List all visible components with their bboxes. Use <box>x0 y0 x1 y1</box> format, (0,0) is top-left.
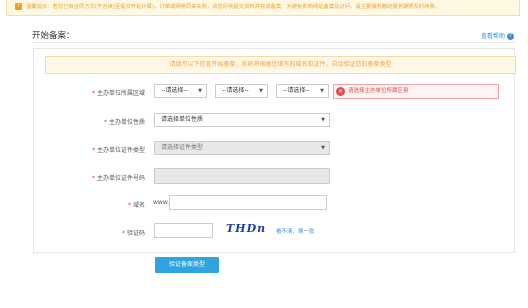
captcha-label-text: 验证码 <box>126 230 145 237</box>
error-icon: × <box>336 87 345 96</box>
help-link-text[interactable]: 查看帮助 <box>481 33 505 40</box>
www-prefix: www. <box>153 199 170 206</box>
district-select-value: --请选择-- <box>283 87 310 94</box>
chevron-down-icon: ▼ <box>321 145 325 151</box>
chevron-down-icon: ▼ <box>320 88 324 94</box>
captcha-refresh-link[interactable]: 看不清，换一张 <box>276 227 315 235</box>
region-error: × 请选择主办单位所属区县 <box>333 84 499 99</box>
warning-icon: ! <box>15 3 22 10</box>
captcha-image[interactable]: THDn <box>226 222 266 235</box>
chevron-down-icon: ▼ <box>259 88 263 94</box>
cert-no-label: * 主办单位证件号码 <box>25 173 145 182</box>
cert-type-select[interactable]: 请选择证件类型 ▼ <box>154 141 330 155</box>
cert-type-label: * 主办单位证件类型 <box>25 145 145 154</box>
district-select[interactable]: --请选择-- ▼ <box>276 84 329 98</box>
required-mark: * <box>91 90 95 97</box>
question-icon[interactable]: ? <box>507 33 514 40</box>
nature-select-value: 请选择单位性质 <box>161 116 204 123</box>
chevron-down-icon: ▼ <box>198 88 202 94</box>
region-label-text: 主办单位所属区域 <box>96 90 145 97</box>
domain-label: * 域名 <box>25 200 145 209</box>
nature-label: * 主办单位性质 <box>25 117 145 126</box>
domain-input[interactable] <box>169 195 327 210</box>
city-select-value: --请选择-- <box>222 87 249 94</box>
domain-label-text: 域名 <box>132 202 145 209</box>
captcha-input[interactable] <box>154 223 213 238</box>
required-mark: * <box>91 175 95 182</box>
cert-type-select-value: 请选择证件类型 <box>161 144 204 151</box>
divider <box>32 42 515 43</box>
help-link[interactable]: 查看帮助? <box>481 31 514 40</box>
captcha-label: * 验证码 <box>25 228 145 237</box>
region-error-text: 请选择主办单位所属区县 <box>348 88 409 94</box>
required-mark: * <box>91 147 95 154</box>
nature-label-text: 主办单位性质 <box>108 119 145 126</box>
required-mark: * <box>127 202 131 209</box>
cert-no-label-text: 主办单位证件号码 <box>96 175 145 182</box>
warm-tip-banner: ! 温馨提示：若您已有合同方式(不含续)至提交开始计算)，订单或网络同来失败，请您… <box>6 0 520 16</box>
chevron-down-icon: ▼ <box>321 117 325 123</box>
city-select[interactable]: --请选择-- ▼ <box>215 84 268 98</box>
province-select[interactable]: --请选择-- ▼ <box>154 84 207 98</box>
region-label: * 主办单位所属区域 <box>25 88 145 97</box>
required-mark: * <box>121 230 125 237</box>
verify-button[interactable]: 验证备案类型 <box>155 257 219 273</box>
section-title: 开始备案： <box>32 31 75 41</box>
required-mark: * <box>103 119 107 126</box>
cert-no-input[interactable] <box>154 168 330 184</box>
nature-select[interactable]: 请选择单位性质 ▼ <box>154 113 330 127</box>
notice-banner: 请填写以下信息开始备案，系统将根据您填写的域名和证件，自动验证您的备案类型 <box>45 56 516 74</box>
province-select-value: --请选择-- <box>161 87 188 94</box>
warm-tip-text: 温馨提示：若您已有合同方式(不含续)至提交开始计算)，订单或网络同来失败，请您尽… <box>26 4 441 10</box>
cert-type-label-text: 主办单位证件类型 <box>96 147 145 154</box>
